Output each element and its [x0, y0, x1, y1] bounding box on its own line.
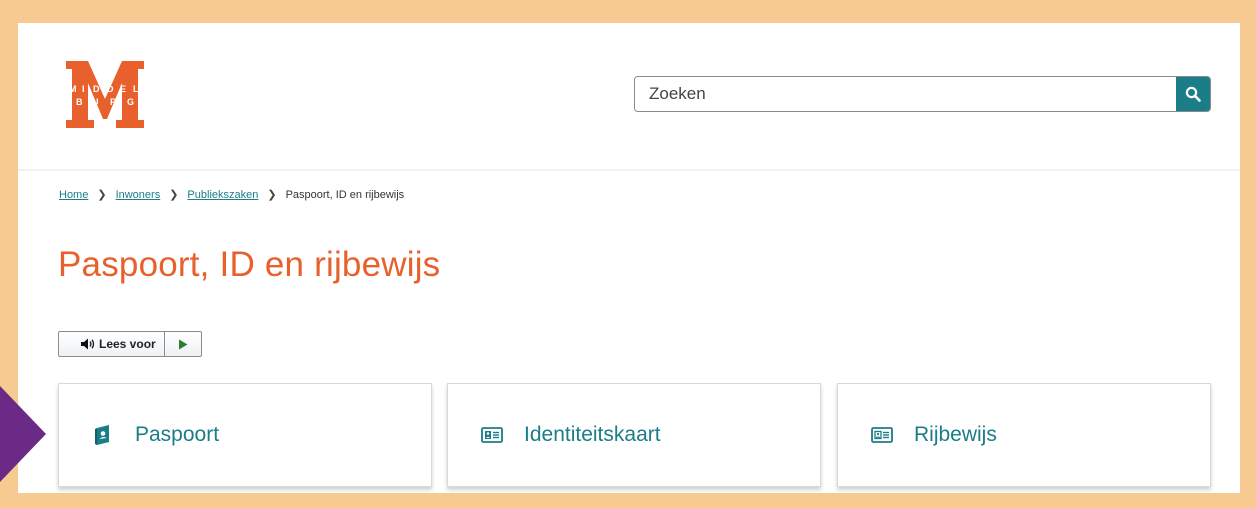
logo-letter: I	[82, 84, 85, 94]
breadcrumb-publiekszaken[interactable]: Publiekszaken	[187, 189, 258, 201]
logo-letter: B	[76, 97, 83, 107]
logo-letter: L	[133, 84, 139, 94]
play-icon	[178, 339, 188, 349]
speaker-icon	[81, 338, 95, 350]
breadcrumb-home[interactable]: Home	[59, 189, 88, 201]
logo-letter: R	[110, 97, 117, 107]
passport-icon	[91, 423, 115, 447]
play-button[interactable]	[165, 332, 201, 356]
logo-letter: E	[120, 84, 126, 94]
card-rijbewijs[interactable]: Rijbewijs	[837, 383, 1211, 487]
logo-letter: D	[107, 84, 114, 94]
breadcrumb-inwoners[interactable]: Inwoners	[116, 189, 161, 201]
logo-letter: D	[93, 84, 100, 94]
search-icon	[1185, 86, 1201, 102]
card-identiteitskaart[interactable]: Identiteitskaart	[447, 383, 821, 487]
card-label: Identiteitskaart	[524, 423, 661, 446]
card-paspoort[interactable]: Paspoort	[58, 383, 432, 487]
breadcrumb: Home ❯ Inwoners ❯ Publiekszaken ❯ Paspoo…	[59, 188, 405, 202]
search-input[interactable]	[635, 77, 1176, 111]
readspeaker-widget: Lees voor	[58, 331, 202, 357]
logo-letter: G	[127, 97, 134, 107]
card-label: Rijbewijs	[914, 423, 997, 446]
chevron-right-icon: ❯	[169, 189, 179, 201]
page-title: Paspoort, ID en rijbewijs	[58, 245, 441, 284]
card-label: Paspoort	[135, 423, 220, 446]
read-aloud-label: Lees voor	[99, 337, 156, 351]
chevron-right-icon: ❯	[267, 189, 277, 201]
middelburg-logo[interactable]: M I D D E L B U R G	[66, 61, 144, 128]
search-bar	[634, 76, 1211, 112]
site-header: M I D D E L B U R G	[18, 23, 1240, 171]
pointer-arrow-icon	[0, 386, 46, 482]
search-button[interactable]	[1176, 77, 1210, 111]
breadcrumb-current: Paspoort, ID en rijbewijs	[285, 188, 405, 201]
page-frame: M I D D E L B U R G Home	[18, 23, 1240, 493]
chevron-right-icon: ❯	[97, 189, 107, 201]
logo-letter: U	[92, 97, 99, 107]
id-card-icon	[480, 423, 504, 447]
drivers-license-icon	[870, 423, 894, 447]
logo-letter: M	[69, 84, 77, 94]
read-aloud-button[interactable]: Lees voor	[59, 332, 165, 356]
